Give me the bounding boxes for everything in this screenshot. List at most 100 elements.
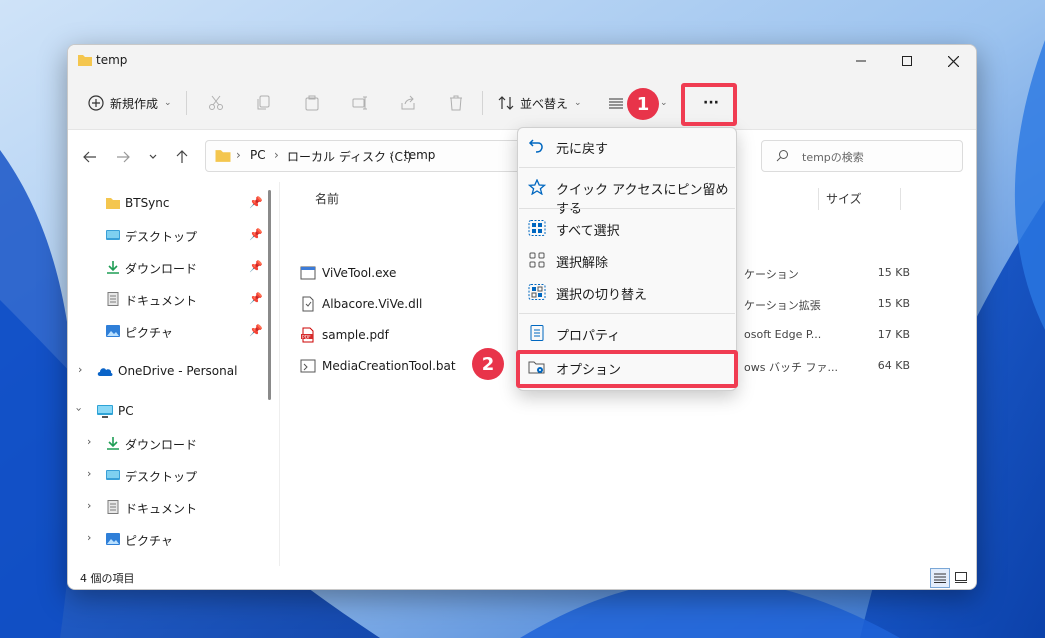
new-label: 新規作成 — [110, 96, 159, 111]
chevron-right-icon: › — [87, 435, 92, 448]
close-button[interactable] — [930, 45, 976, 77]
menu-item-label: 選択解除 — [556, 256, 609, 271]
select-all-icon — [528, 220, 546, 236]
sidebar-item-pictures[interactable]: ピクチャ 📌 — [68, 318, 268, 344]
copy-button[interactable] — [256, 87, 272, 119]
large-icons-view-button[interactable] — [952, 568, 970, 586]
file-name: MediaCreationTool.bat — [322, 359, 456, 373]
details-view-button[interactable] — [930, 568, 950, 588]
sidebar-item-label: デスクトップ — [125, 230, 198, 244]
search-box[interactable]: tempの検索 — [761, 140, 963, 172]
up-button[interactable] — [170, 146, 194, 168]
column-header-size[interactable]: サイズ — [826, 190, 862, 207]
chevron-down-icon: ⌄ — [574, 98, 582, 108]
sidebar-item-downloads[interactable]: ダウンロード 📌 — [68, 254, 268, 280]
file-size: 17 KB — [877, 328, 910, 341]
toolbar-divider — [482, 91, 483, 115]
title-bar: temp — [68, 45, 976, 77]
file-name: Albacore.ViVe.dll — [322, 297, 423, 311]
rename-button[interactable] — [352, 87, 368, 119]
highlight-options — [516, 350, 738, 388]
sidebar-item-pc-downloads[interactable]: › ダウンロード — [68, 430, 268, 456]
svg-text:PDF: PDF — [302, 334, 311, 340]
menu-item-label: プロパティ — [556, 329, 621, 344]
exe-icon — [300, 266, 316, 280]
minimize-button[interactable] — [838, 45, 884, 77]
download-icon — [107, 437, 119, 450]
window-title: temp — [96, 53, 128, 67]
file-type: ケーション拡張 — [744, 299, 821, 312]
menu-item-undo[interactable]: 元に戻す — [518, 130, 736, 162]
breadcrumb-folder[interactable]: temp — [404, 148, 435, 162]
sidebar-item-desktop[interactable]: デスクトップ 📌 — [68, 222, 268, 248]
sidebar-item-pc[interactable]: › PC — [68, 398, 268, 424]
minimize-icon — [856, 60, 866, 62]
cut-button[interactable] — [208, 87, 224, 119]
new-button[interactable]: 新規作成 ⌄ — [88, 87, 172, 119]
close-icon — [947, 55, 959, 67]
maximize-button[interactable] — [884, 45, 930, 77]
column-divider — [900, 188, 901, 210]
navigation-pane: BTSync 📌 デスクトップ 📌 ダウンロード 📌 ドキュメント 📌 ピクチャ… — [68, 182, 276, 566]
menu-item-properties[interactable]: プロパティ — [518, 317, 736, 349]
highlight-see-more — [681, 83, 737, 126]
sidebar-item-pc-documents[interactable]: › ドキュメント — [68, 494, 268, 520]
sidebar-item-label: デスクトップ — [125, 470, 198, 484]
recent-locations-button[interactable] — [141, 146, 165, 168]
picture-icon — [106, 325, 120, 337]
share-icon — [401, 95, 415, 110]
copy-icon — [257, 95, 270, 110]
menu-item-invert-selection[interactable]: 選択の切り替え — [518, 276, 736, 308]
paste-button[interactable] — [304, 87, 320, 119]
column-divider — [818, 188, 819, 210]
computer-icon — [97, 405, 113, 418]
properties-icon — [530, 325, 544, 341]
sidebar-item-pc-desktop[interactable]: › デスクトップ — [68, 462, 268, 488]
sidebar-item-label: PC — [118, 404, 134, 418]
pdf-icon: PDF — [301, 327, 314, 343]
sidebar-item-documents[interactable]: ドキュメント 📌 — [68, 286, 268, 312]
share-button[interactable] — [400, 87, 416, 119]
details-view-icon — [934, 573, 946, 583]
dll-icon — [302, 296, 314, 312]
chevron-down-icon: › — [72, 407, 86, 412]
plus-circle-icon — [88, 95, 104, 111]
column-header-name[interactable]: 名前 — [315, 190, 339, 207]
delete-button[interactable] — [448, 87, 464, 119]
forward-button[interactable] — [111, 146, 135, 168]
pin-icon: 📌 — [249, 324, 263, 337]
sidebar-item-label: ダウンロード — [125, 438, 198, 452]
document-icon — [107, 500, 119, 514]
thumbnail-view-icon — [955, 571, 967, 583]
file-size: 64 KB — [877, 359, 910, 372]
menu-item-pin-quick-access[interactable]: クイック アクセスにピン留めする — [518, 171, 736, 217]
back-button[interactable] — [78, 146, 102, 168]
sort-button[interactable]: 並べ替え ⌄ — [498, 87, 582, 119]
pin-icon: 📌 — [249, 196, 263, 209]
file-type: ows バッチ ファ... — [744, 361, 838, 374]
sidebar-item-label: ドキュメント — [125, 294, 198, 308]
sidebar-item-pc-pictures[interactable]: › ピクチャ — [68, 526, 268, 552]
sidebar-item-btsync[interactable]: BTSync 📌 — [68, 190, 268, 216]
chevron-down-icon — [149, 154, 157, 159]
sort-label: 並べ替え — [520, 96, 569, 111]
undo-icon — [528, 139, 543, 153]
chevron-right-icon: › — [87, 467, 92, 480]
breadcrumb-pc[interactable]: PC — [250, 148, 266, 162]
sidebar-item-label: OneDrive - Personal — [118, 364, 238, 378]
file-size: 15 KB — [877, 297, 910, 310]
select-none-icon — [529, 252, 545, 268]
sidebar-item-label: BTSync — [125, 196, 170, 210]
arrow-left-icon — [83, 151, 96, 163]
sidebar-item-onedrive[interactable]: › OneDrive - Personal — [68, 358, 268, 384]
command-bar: 新規作成 ⌄ 並べ替え ⌄ ⌄ ··· — [68, 77, 976, 130]
trash-icon — [450, 95, 462, 111]
pin-icon: 📌 — [249, 260, 263, 273]
folder-icon — [78, 55, 92, 66]
menu-item-select-all[interactable]: すべて選択 — [518, 212, 736, 244]
menu-item-select-none[interactable]: 選択解除 — [518, 244, 736, 276]
scissors-icon — [209, 95, 223, 110]
file-name: sample.pdf — [322, 328, 389, 342]
picture-icon — [106, 533, 120, 545]
sidebar-scrollbar[interactable] — [268, 190, 271, 400]
